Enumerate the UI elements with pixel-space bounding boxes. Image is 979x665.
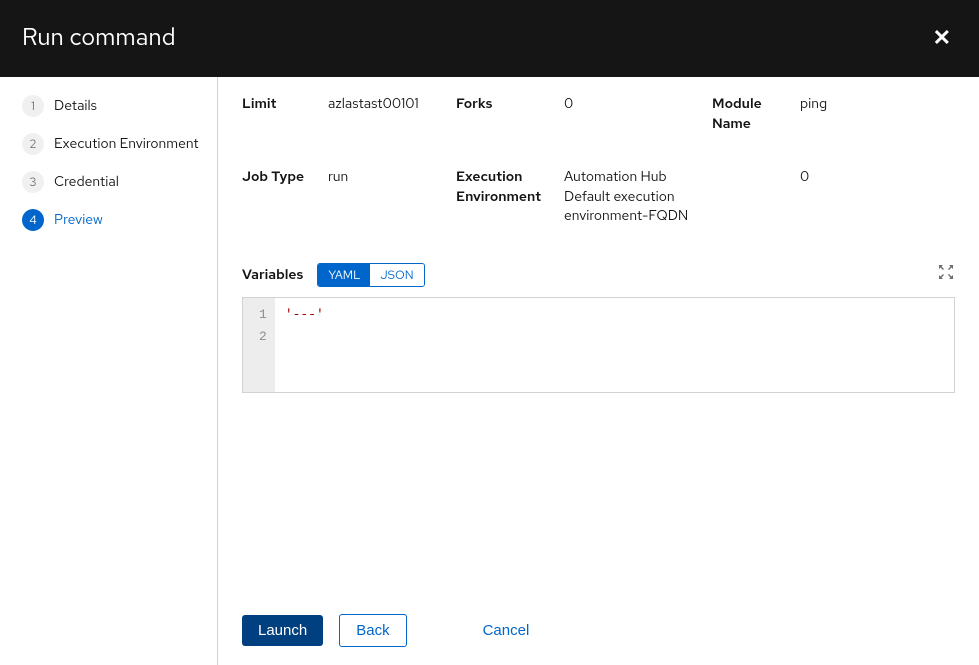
line-number: 2	[259, 326, 267, 348]
module-name-value: ping	[800, 95, 880, 134]
format-toggle: YAML JSON	[317, 263, 424, 287]
variables-label: Variables	[242, 266, 303, 284]
wizard-nav: 1 Details 2 Execution Environment 3 Cred…	[0, 77, 218, 665]
step-badge: 1	[22, 95, 44, 117]
back-button[interactable]: Back	[339, 614, 406, 647]
wizard-step-details[interactable]: 1 Details	[22, 95, 217, 117]
line-number: 1	[259, 304, 267, 326]
content-scroll: Limit azlastast00101 Forks 0 Module Name…	[218, 77, 979, 600]
job-type-label: Job Type	[242, 168, 320, 227]
editor-gutter: 1 2	[243, 298, 275, 392]
close-icon[interactable]: ✕	[929, 23, 955, 52]
wizard-content: Limit azlastast00101 Forks 0 Module Name…	[218, 77, 979, 665]
summary-grid: Limit azlastast00101 Forks 0 Module Name…	[242, 95, 955, 227]
forks-value: 0	[564, 95, 704, 134]
wizard-footer: Launch Back Cancel	[218, 600, 979, 665]
variables-editor[interactable]: 1 2 '---'	[242, 297, 955, 393]
execution-environment-value: Automation Hub Default execution environ…	[564, 168, 704, 227]
modal-title: Run command	[22, 22, 176, 53]
wizard-step-preview[interactable]: 4 Preview	[22, 209, 217, 231]
wizard-step-execution-environment[interactable]: 2 Execution Environment	[22, 133, 217, 155]
step-label: Credential	[54, 173, 119, 191]
forks-label: Forks	[456, 95, 556, 134]
wizard-step-credential[interactable]: 3 Credential	[22, 171, 217, 193]
execution-environment-label: Execution Environment	[456, 168, 556, 227]
variables-row: Variables YAML JSON	[242, 263, 955, 287]
json-toggle[interactable]: JSON	[370, 264, 423, 286]
step-label: Preview	[54, 211, 103, 229]
editor-content[interactable]: '---'	[275, 298, 334, 392]
step-label: Details	[54, 97, 97, 115]
modal-body: 1 Details 2 Execution Environment 3 Cred…	[0, 77, 979, 665]
yaml-toggle[interactable]: YAML	[318, 264, 370, 286]
limit-value: azlastast00101	[328, 95, 448, 134]
step-badge: 4	[22, 209, 44, 231]
limit-label: Limit	[242, 95, 320, 134]
module-name-label: Module Name	[712, 95, 792, 134]
step-badge: 3	[22, 171, 44, 193]
step-label: Execution Environment	[54, 135, 199, 153]
modal-header: Run command ✕	[0, 0, 979, 77]
expand-icon[interactable]	[937, 263, 955, 286]
cancel-button[interactable]: Cancel	[473, 615, 540, 646]
launch-button[interactable]: Launch	[242, 615, 323, 646]
verbosity-label	[712, 168, 792, 227]
verbosity-value: 0	[800, 168, 880, 227]
step-badge: 2	[22, 133, 44, 155]
job-type-value: run	[328, 168, 448, 227]
